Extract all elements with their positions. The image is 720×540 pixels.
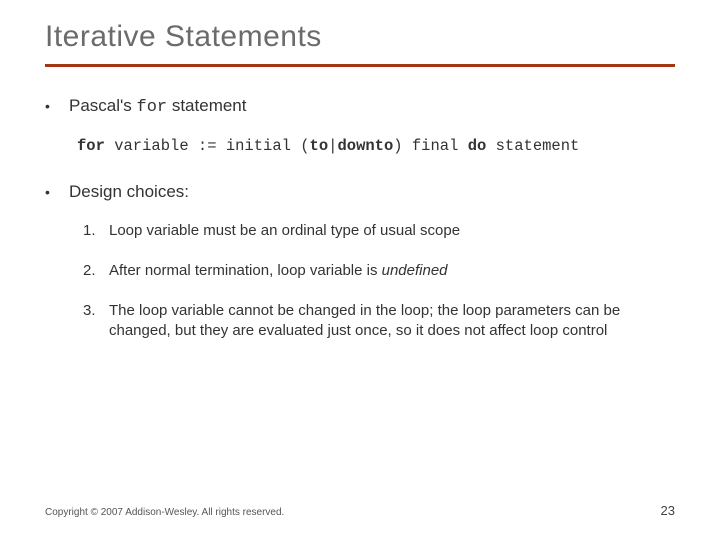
code-keyword: downto bbox=[337, 137, 393, 155]
slide: Iterative Statements • Pascal's for stat… bbox=[0, 0, 720, 540]
bullet-item: • Pascal's for statement bbox=[45, 95, 675, 119]
text-run: After normal termination, loop variable … bbox=[109, 262, 382, 279]
list-text: The loop variable cannot be changed in t… bbox=[109, 301, 649, 341]
page-number: 23 bbox=[661, 503, 675, 518]
list-item: 3. The loop variable cannot be changed i… bbox=[83, 301, 675, 341]
bullet-marker: • bbox=[45, 181, 69, 203]
list-text: After normal termination, loop variable … bbox=[109, 261, 448, 281]
text-run: Pascal's bbox=[69, 96, 137, 115]
code-keyword: for bbox=[77, 137, 105, 155]
bullet-marker: • bbox=[45, 95, 69, 117]
code-text: variable := initial ( bbox=[105, 137, 310, 155]
bullet-text: Design choices: bbox=[69, 181, 189, 203]
list-item: 1. Loop variable must be an ordinal type… bbox=[83, 221, 675, 241]
code-keyword: to bbox=[310, 137, 329, 155]
slide-title: Iterative Statements bbox=[45, 20, 675, 54]
code-text: ) final bbox=[393, 137, 467, 155]
list-number: 1. bbox=[83, 221, 109, 241]
copyright-text: Copyright © 2007 Addison-Wesley. All rig… bbox=[45, 507, 284, 518]
list-number: 2. bbox=[83, 261, 109, 281]
code-syntax-line: for variable := initial (to|downto) fina… bbox=[77, 137, 675, 155]
bullet-item: • Design choices: bbox=[45, 181, 675, 203]
italic-text: undefined bbox=[382, 262, 448, 279]
code-keyword: do bbox=[468, 137, 487, 155]
list-number: 3. bbox=[83, 301, 109, 321]
list-text: Loop variable must be an ordinal type of… bbox=[109, 221, 460, 241]
list-item: 2. After normal termination, loop variab… bbox=[83, 261, 675, 281]
text-run: statement bbox=[167, 96, 246, 115]
numbered-list: 1. Loop variable must be an ordinal type… bbox=[83, 221, 675, 341]
footer: Copyright © 2007 Addison-Wesley. All rig… bbox=[45, 503, 675, 518]
bullet-text: Pascal's for statement bbox=[69, 95, 246, 119]
title-underline bbox=[45, 64, 675, 67]
inline-code: for bbox=[137, 98, 168, 117]
code-text: statement bbox=[486, 137, 579, 155]
